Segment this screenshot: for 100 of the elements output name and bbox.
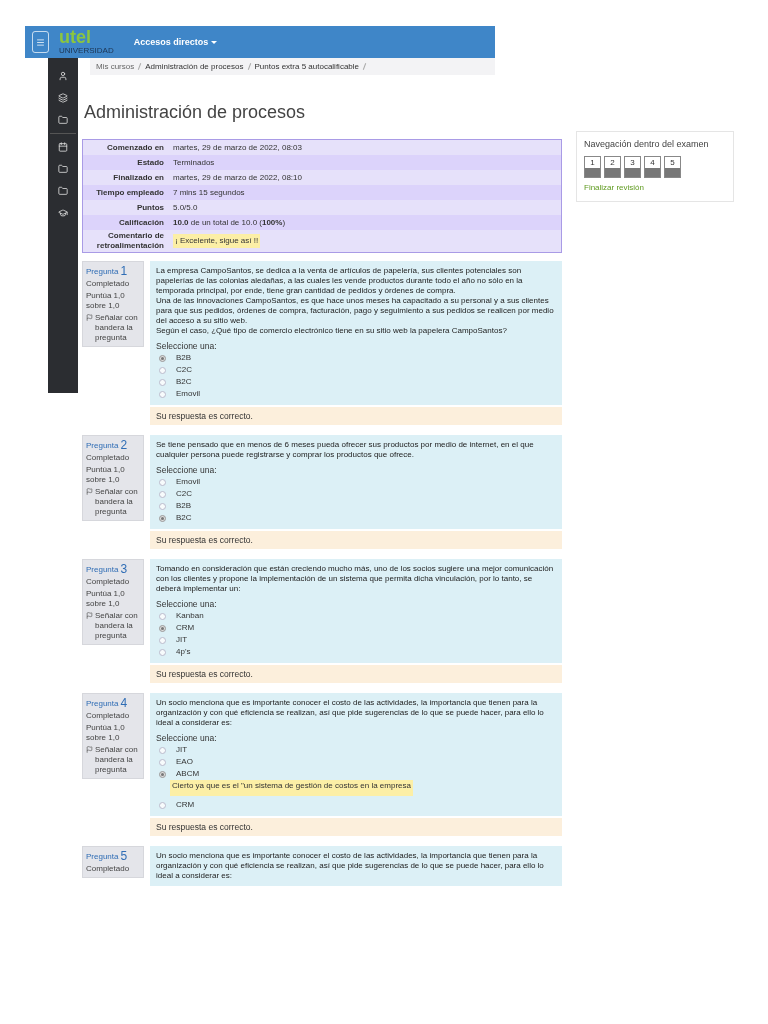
option-feedback: Cierto ya que es el "un sistema de gestión de costos en la empresa (170, 780, 413, 796)
question-state: Completado (86, 453, 131, 463)
select-prompt: Seleccione una: (156, 733, 218, 743)
folder-icon[interactable] (58, 164, 68, 174)
option-label: Emovil (176, 477, 200, 487)
option-label: C2C (176, 489, 192, 499)
finish-review-link[interactable]: Finalizar revisión (584, 183, 726, 193)
breadcrumb-link[interactable]: Puntos extra 5 autocalificable (254, 61, 360, 72)
folder-icon[interactable] (58, 115, 68, 125)
flag-question-link[interactable]: Señalar con bandera la pregunta (95, 487, 140, 517)
summary-label: Estado (137, 157, 164, 168)
question-nav-button[interactable]: 4 (644, 156, 661, 178)
radio-button[interactable] (159, 514, 166, 522)
question-score: Puntúa 1,0 sobre 1,0 (86, 723, 126, 743)
option-label: CRM (176, 800, 195, 810)
summary-value: ¡ Excelente, sigue así !! (173, 234, 261, 248)
breadcrumb-link[interactable]: Administración de procesos (145, 61, 244, 72)
summary-value: 10.0 de un total de 10.0 (100%) (173, 217, 286, 228)
flag-icon[interactable] (86, 488, 93, 495)
summary-label: Finalizado en (113, 172, 164, 183)
summary-label: Puntos (136, 202, 164, 213)
result-text: Su respuesta es correcto. (156, 822, 253, 832)
option-label: B2B (176, 501, 192, 511)
question-score: Puntúa 1,0 sobre 1,0 (86, 291, 126, 311)
question-score: Puntúa 1,0 sobre 1,0 (86, 589, 126, 609)
question-state: Completado (86, 711, 131, 721)
summary-label: Calificación (119, 217, 164, 228)
radio-button[interactable] (159, 746, 166, 754)
breadcrumb-link[interactable]: Mis cursos (96, 61, 135, 72)
summary-value: 5.0/5.0 (173, 202, 198, 213)
user-icon[interactable] (58, 71, 68, 81)
flag-question-link[interactable]: Señalar con bandera la pregunta (95, 313, 140, 343)
question-nav-button[interactable]: 2 (604, 156, 621, 178)
radio-button[interactable] (159, 390, 166, 398)
radio-button[interactable] (159, 770, 166, 778)
question-text: Según el caso, ¿Qué tipo de comercio electrónico tiene en su sitio web la papelera CampoSantos? (156, 326, 508, 336)
radio-button[interactable] (159, 478, 166, 486)
question-number: 5 (120, 850, 128, 862)
question-text: Tomando en consideración que están creciendo mucho más, uno de los socios sugiere una mejor comunicación con los clientes y propone la implementación de un sistema que permita dicha vinculación, por lo tanto, se deberá implementar un: (156, 564, 555, 594)
question-state: Completado (86, 864, 131, 874)
question-nav-button[interactable]: 3 (624, 156, 641, 178)
question-label: Pregunta (86, 441, 119, 451)
flag-question-link[interactable]: Señalar con bandera la pregunta (95, 611, 140, 641)
shortcuts-menu[interactable]: Accesos directos (133, 36, 218, 48)
option-label: B2C (176, 377, 192, 387)
navigation-title: Navegación dentro del examen (584, 139, 710, 150)
flag-icon[interactable] (86, 612, 93, 619)
folder-icon[interactable] (58, 186, 68, 196)
brand-subtitle: UNIVERSIDAD (59, 46, 114, 55)
question-nav-button[interactable]: 1 (584, 156, 601, 178)
question-nav-button[interactable]: 5 (664, 156, 681, 178)
radio-button[interactable] (159, 801, 166, 809)
radio-button[interactable] (159, 502, 166, 510)
option-label: CRM (176, 623, 195, 633)
calendar-icon[interactable] (58, 142, 68, 152)
question-state: Completado (86, 279, 131, 289)
select-prompt: Seleccione una: (156, 599, 218, 609)
question-number: 3 (120, 563, 128, 575)
question-number: 2 (120, 439, 128, 451)
radio-button[interactable] (159, 648, 166, 656)
question-score: Puntúa 1,0 sobre 1,0 (86, 465, 126, 485)
radio-button[interactable] (159, 612, 166, 620)
flag-icon[interactable] (86, 746, 93, 753)
result-text: Su respuesta es correcto. (156, 535, 253, 545)
summary-label: Comentario de retroalimentación (95, 231, 164, 251)
radio-button[interactable] (159, 758, 166, 766)
option-label: EAO (176, 757, 193, 767)
option-label: JIT (176, 745, 188, 755)
result-text: Su respuesta es correcto. (156, 411, 253, 421)
radio-button[interactable] (159, 490, 166, 498)
radio-button[interactable] (159, 378, 166, 386)
caret-icon (211, 40, 218, 44)
summary-value: Terminados (173, 157, 215, 168)
option-label: 4p's (176, 647, 191, 657)
question-number: 4 (120, 697, 128, 709)
question-number: 1 (120, 265, 128, 277)
radio-button[interactable] (159, 354, 166, 362)
layers-icon[interactable] (58, 93, 68, 103)
menu-button[interactable] (32, 31, 49, 53)
question-label: Pregunta (86, 852, 119, 862)
radio-button[interactable] (159, 636, 166, 644)
radio-button[interactable] (159, 624, 166, 632)
summary-value: martes, 29 de marzo de 2022, 08:10 (173, 172, 302, 183)
question-label: Pregunta (86, 699, 119, 709)
flag-icon[interactable] (86, 314, 93, 321)
summary-label: Tiempo empleado (96, 187, 164, 198)
summary-value: 7 mins 15 segundos (173, 187, 245, 198)
question-state: Completado (86, 577, 131, 587)
flag-question-link[interactable]: Señalar con bandera la pregunta (95, 745, 140, 775)
question-text: Un socio menciona que es importante conocer el costo de las actividades, la importancia que tienen para la organización y con qué eficiencia se realizan, así que pide sugerencias de lo que se puede hacer, para ello lo ideal a considerar es: (156, 698, 545, 728)
option-label: C2C (176, 365, 192, 375)
radio-button[interactable] (159, 366, 166, 374)
question-text: Se tiene pensado que en menos de 6 meses pueda ofrecer sus productos por medio de internet, en el que cualquier persona puede registrarse y comprar los productos que ofrece. (156, 440, 535, 460)
option-label: B2B (176, 353, 192, 363)
question-label: Pregunta (86, 267, 119, 277)
option-label: Emovil (176, 389, 200, 399)
question-label: Pregunta (86, 565, 119, 575)
option-label: Kanban (176, 611, 204, 621)
graduation-cap-icon[interactable] (58, 208, 68, 218)
option-label: B2C (176, 513, 192, 523)
